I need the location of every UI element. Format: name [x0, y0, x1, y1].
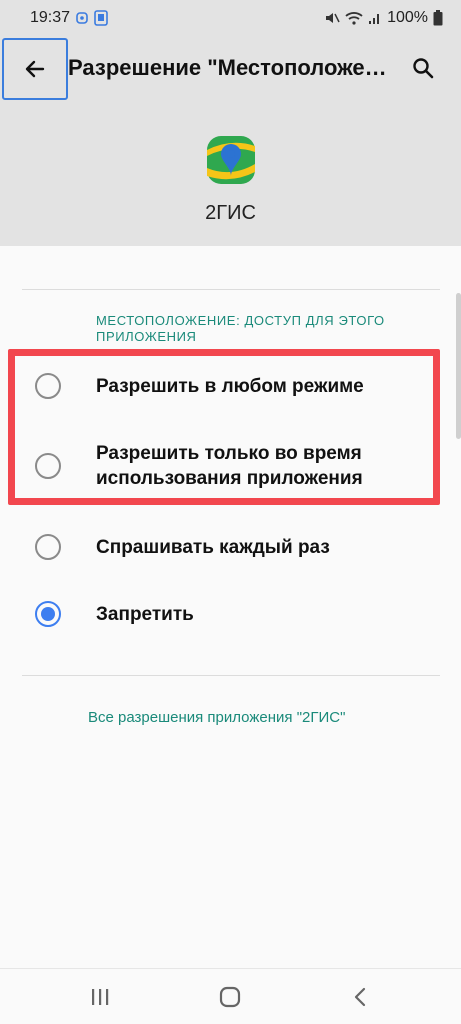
arrow-left-icon	[25, 60, 45, 78]
radio-deny[interactable]	[35, 601, 61, 627]
radio-ask-every-time[interactable]	[35, 534, 61, 560]
navigation-bar	[0, 968, 461, 1024]
option-deny[interactable]: Запретить	[0, 592, 461, 636]
mute-icon	[324, 10, 340, 26]
recent-apps-button[interactable]	[83, 981, 117, 1013]
divider-bottom	[22, 675, 440, 676]
back-nav-button[interactable]	[343, 981, 377, 1013]
chevron-left-icon	[354, 987, 366, 1007]
all-permissions-link[interactable]: Все разрешения приложения "2ГИС"	[88, 708, 388, 728]
section-label: МЕСТОПОЛОЖЕНИЕ: ДОСТУП ДЛЯ ЭТОГО ПРИЛОЖЕ…	[96, 313, 385, 344]
option-label: Запретить	[96, 604, 194, 625]
search-button[interactable]	[405, 50, 441, 86]
2gis-app-icon	[205, 134, 257, 186]
highlight-box	[8, 349, 440, 505]
battery-icon	[433, 10, 443, 26]
link-notification-icon	[76, 12, 88, 24]
signal-icon	[368, 11, 382, 25]
battery-percent: 100%	[387, 9, 428, 26]
back-button[interactable]	[2, 38, 68, 100]
app-name: 2ГИС	[205, 202, 256, 224]
app-bar: Разрешение "Местоположение"	[0, 36, 461, 100]
home-button[interactable]	[213, 981, 247, 1013]
recent-apps-icon	[92, 989, 109, 1005]
screenshot-notification-icon	[94, 10, 108, 26]
status-right: 100%	[324, 9, 443, 27]
status-time: 19:37	[30, 9, 71, 26]
option-ask-every-time[interactable]: Спрашивать каждый раз	[0, 526, 461, 570]
status-bar: 19:37 100%	[0, 0, 461, 36]
home-icon	[219, 986, 241, 1008]
page-title: Разрешение "Местоположение"	[68, 55, 398, 80]
option-label: Спрашивать каждый раз	[96, 537, 330, 558]
search-icon	[413, 58, 434, 79]
status-left: 19:37	[30, 9, 108, 27]
scrollbar[interactable]	[456, 293, 461, 439]
divider-top	[22, 289, 440, 290]
wifi-icon	[345, 11, 363, 25]
